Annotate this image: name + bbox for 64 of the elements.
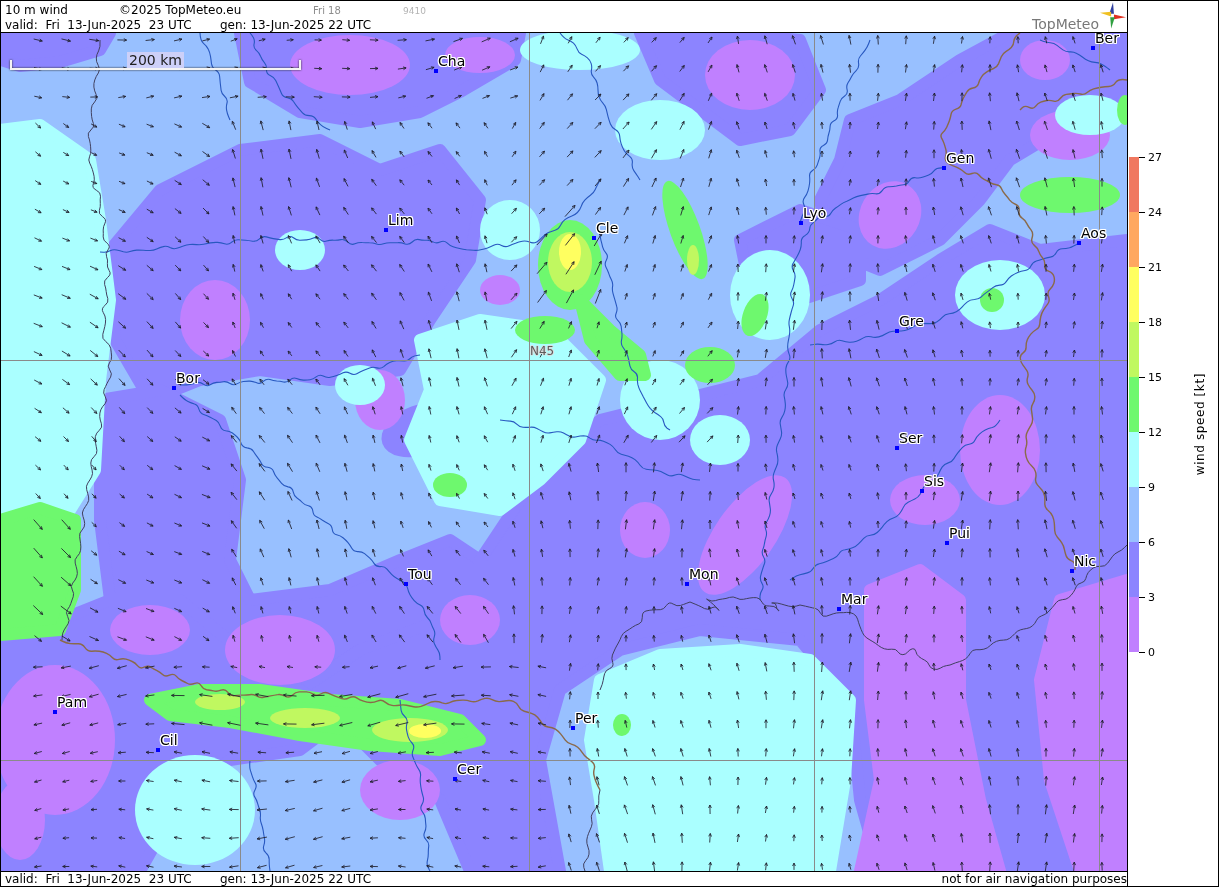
city-marker-icon <box>685 582 689 586</box>
city-label: Sis <box>924 473 945 489</box>
legend-tick-label: 6 <box>1148 535 1155 549</box>
map-title: 10 m wind <box>5 3 68 17</box>
legend-tick-label: 24 <box>1148 205 1162 219</box>
city-label: Gre <box>899 313 924 329</box>
city-marker-icon <box>172 386 176 390</box>
city-marker-icon <box>1070 569 1074 573</box>
legend-tick-label: 15 <box>1148 370 1162 384</box>
city-marker-icon <box>592 236 596 240</box>
city-label: Ber <box>1095 33 1119 46</box>
legend-tick-label: 21 <box>1148 260 1162 274</box>
city-marker-icon <box>453 777 457 781</box>
scale-label: 200 km <box>127 52 184 68</box>
city-marker-icon <box>895 329 899 333</box>
city-label: Gen <box>946 150 975 166</box>
city-label: Cil <box>160 732 178 748</box>
city-marker-icon <box>799 221 803 225</box>
city-label: Mon <box>689 566 719 582</box>
valid-time-text: valid: Fri 13-Jun-2025 23 UTC <box>5 872 192 886</box>
legend-tick-label: 9 <box>1148 480 1155 494</box>
city-label: Cle <box>596 220 619 236</box>
city-marker-icon <box>920 489 924 493</box>
city-marker-icon <box>404 582 408 586</box>
generated-time-text: gen: 13-Jun-2025 22 UTC <box>220 872 372 886</box>
generated-time-text: gen: 13-Jun-2025 22 UTC <box>220 18 372 32</box>
city-label: Lyo <box>803 205 827 221</box>
city-marker-icon <box>1077 241 1081 245</box>
legend-tick-label: 27 <box>1148 150 1162 164</box>
city-label: Per <box>575 710 598 726</box>
city-marker-icon <box>53 710 57 714</box>
city-label: Tou <box>408 566 432 582</box>
valid-time-text: valid: Fri 13-Jun-2025 23 UTC <box>5 18 192 32</box>
city-marker-icon <box>571 726 575 730</box>
city-marker-icon <box>942 166 946 170</box>
legend-tick-label: 3 <box>1148 590 1155 604</box>
city-label: Mar <box>841 591 868 607</box>
city-marker-icon <box>945 541 949 545</box>
forecast-day-text: Fri 18 <box>313 5 341 17</box>
city-marker-icon <box>1091 46 1095 50</box>
city-marker-icon <box>837 607 841 611</box>
city-label: Lim <box>388 212 414 228</box>
legend-tick-label: 18 <box>1148 315 1162 329</box>
city-label: Bor <box>176 370 200 386</box>
city-label: Ser <box>899 430 923 446</box>
copyright-text: ©2025 TopMeteo.eu <box>119 3 242 17</box>
latitude-label: N45 <box>530 344 555 358</box>
city-label: Nic <box>1074 553 1097 569</box>
logo-text: TopMeteo <box>1032 17 1099 32</box>
disclaimer-text: not for air navigation purposes <box>941 872 1127 886</box>
city-marker-icon <box>895 446 899 450</box>
city-label: Pam <box>57 694 88 710</box>
city-label: Aos <box>1081 225 1107 241</box>
legend-title: wind speed [kt] <box>1193 373 1207 476</box>
run-code-text: 9410 <box>403 5 426 17</box>
city-marker-icon <box>384 228 388 232</box>
legend-tick-label: 12 <box>1148 425 1162 439</box>
city-marker-icon <box>156 748 160 752</box>
legend-tick-label: 0 <box>1148 645 1155 659</box>
city-marker-icon <box>434 69 438 73</box>
city-label: Cer <box>457 761 482 777</box>
city-label: Pui <box>949 525 970 541</box>
compass-star-icon <box>1100 2 1126 29</box>
city-label: Cha <box>438 53 466 69</box>
